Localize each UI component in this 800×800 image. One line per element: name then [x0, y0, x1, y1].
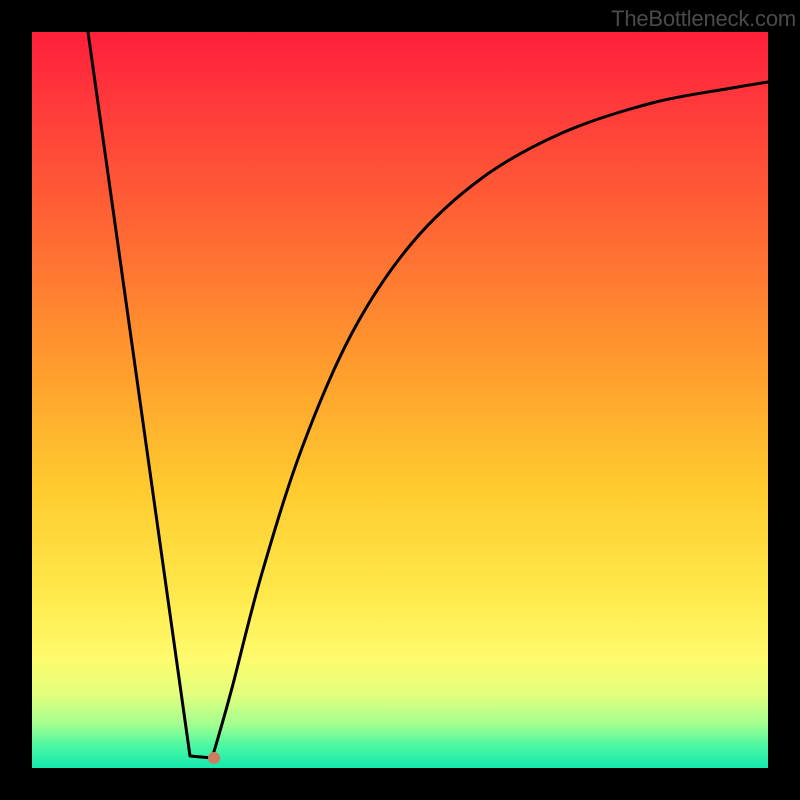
source-watermark: TheBottleneck.com: [611, 6, 796, 32]
curve-layer: [32, 32, 768, 768]
plot-area: [32, 32, 768, 768]
bottleneck-curve: [88, 32, 768, 758]
optimal-point-marker: [208, 752, 220, 764]
